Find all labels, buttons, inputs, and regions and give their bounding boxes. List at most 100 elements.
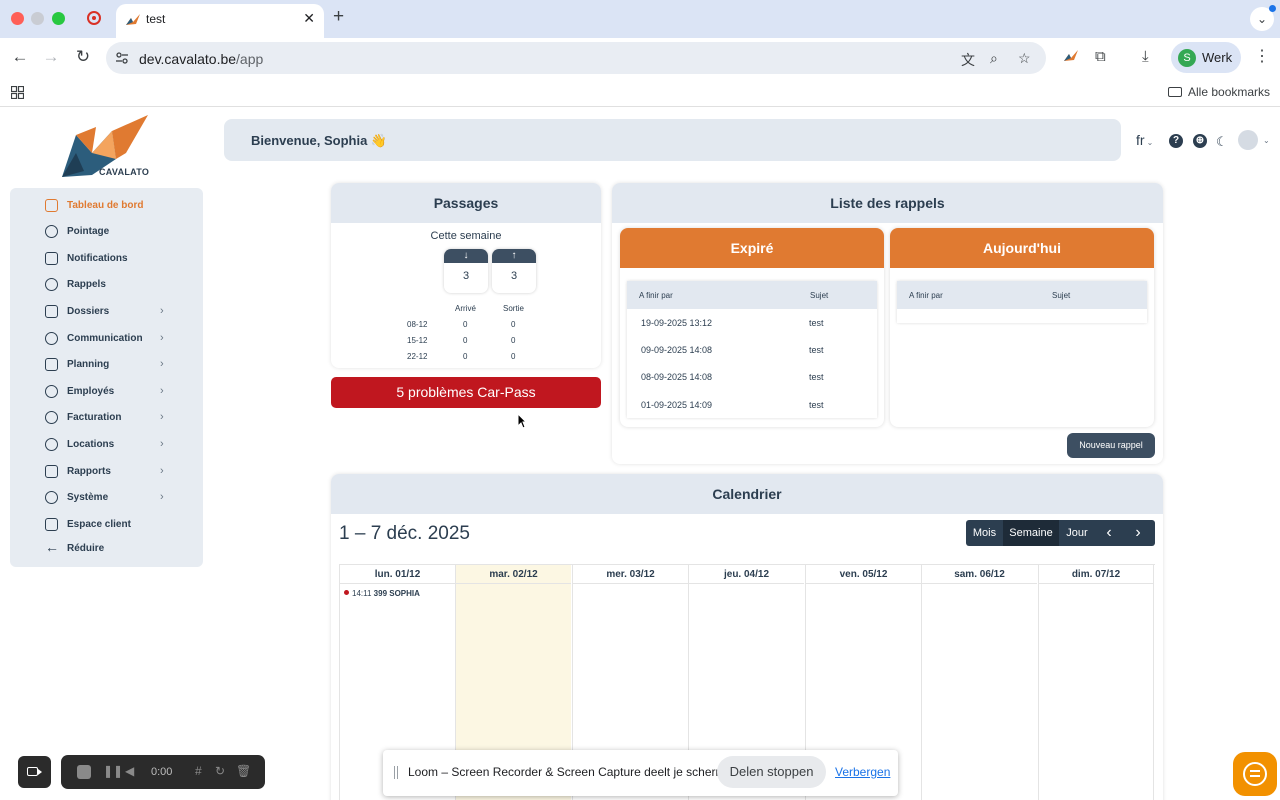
restart-icon[interactable]: ↻ [215,764,225,778]
folder-icon [1168,87,1182,97]
chevron-right-icon: › [160,411,164,423]
view-day-button[interactable]: Jour [1059,520,1095,546]
calendar-event[interactable]: 14:11 399 SOPHIA [344,589,420,598]
passage-out: 0 [511,320,516,329]
notification-dot [1269,5,1276,12]
bookmarks-bar: Alle bookmarks [0,78,1280,107]
sidebar-item-espace-client[interactable]: Espace client [10,513,203,537]
event-time: 14:11 [352,589,372,598]
logo-text: CAVALATO [99,167,150,177]
sidebar-item-dossiers[interactable]: Dossiers › [10,300,203,324]
grid-icon[interactable]: # [195,764,202,778]
sidebar-item-planning[interactable]: Planning › [10,353,203,377]
download-icon[interactable]: ⤓ [1142,48,1149,65]
passage-in: 0 [463,320,468,329]
sidebar-item-rapports[interactable]: Rapports › [10,460,203,484]
departures-count: 3 [510,270,518,282]
passages-title: Passages [331,183,601,223]
user-avatar[interactable] [1238,130,1258,150]
apps-grid-icon[interactable] [11,86,24,99]
arrow-down-icon: ↓ [444,249,488,263]
drag-handle-icon[interactable] [394,766,398,779]
new-rappel-button[interactable]: Nouveau rappel [1067,433,1155,458]
rappels-card: Liste des rappels Expiré A finir par Suj… [612,183,1163,464]
truck-icon [45,358,58,371]
day-column[interactable]: sam. 06/12 [921,565,1037,800]
recording-indicator-icon[interactable] [87,11,101,25]
clock-icon [45,225,58,238]
globe-icon[interactable]: ⊕ [1193,134,1207,148]
gear-icon [45,491,58,504]
view-week-button[interactable]: Semaine [1003,520,1059,546]
column-header-sortie: Sortie [503,304,524,313]
language-select[interactable]: fr ⌄ [1136,132,1153,148]
url-text[interactable]: dev.cavalato.be/app [139,51,263,67]
help-icon[interactable]: ? [1169,134,1183,148]
new-tab-button[interactable]: + [333,6,344,28]
phone-icon [45,332,58,345]
mail-icon [45,518,58,531]
rappel-subject: test [809,345,824,355]
chevron-down-icon: ⌄ [1146,138,1154,147]
minimize-window-button[interactable] [31,12,44,25]
euro-icon [45,411,58,424]
chevron-down-icon[interactable]: ⌄ [1263,136,1270,145]
sidebar-item-label: Planning [67,359,110,370]
expired-panel: Expiré A finir par Sujet 19-09-2025 13:1… [620,228,884,427]
browser-tab[interactable]: test ✕ [116,4,324,38]
browser-menu-icon[interactable]: ⋮ [1254,46,1270,66]
sidebar-item-employes[interactable]: Employés › [10,380,203,404]
day-column[interactable]: dim. 07/12 [1038,565,1154,800]
loom-camera-button[interactable] [18,756,51,788]
cavalato-extension-icon[interactable] [1063,48,1079,64]
back-button[interactable]: ← [9,47,31,67]
language-value: fr [1136,132,1145,148]
sidebar-item-pointage[interactable]: Pointage [10,220,203,244]
extensions-icon[interactable]: ⧉ [1095,48,1106,65]
close-window-button[interactable] [11,12,24,25]
chat-support-button[interactable] [1233,752,1277,796]
hide-banner-link[interactable]: Verbergen [835,765,890,779]
recording-time: 0:00 [151,766,173,778]
stop-recording-button[interactable] [77,765,91,779]
all-bookmarks-button[interactable]: Alle bookmarks [1168,85,1270,99]
tab-close-icon[interactable]: ✕ [303,10,315,27]
rappel-due: 08-09-2025 14:08 [641,372,713,382]
sidebar-item-systeme[interactable]: Système › [10,486,203,510]
event-dot [344,590,349,595]
mute-icon[interactable]: ◀ [125,764,134,778]
sidebar-item-locations[interactable]: Locations › [10,433,203,457]
sidebar-item-facturation[interactable]: Facturation › [10,406,203,430]
sidebar-item-communication[interactable]: Communication › [10,327,203,351]
zoom-icon[interactable]: ⌕ [990,50,998,67]
report-icon [45,465,58,478]
sidebar-item-tableau-de-bord[interactable]: Tableau de bord [10,194,203,218]
bookmark-star-icon[interactable]: ☆ [1018,50,1031,67]
maximize-window-button[interactable] [52,12,65,25]
app-page: CAVALATO Tableau de bord Pointage Notifi… [0,108,1280,800]
sidebar-item-label: Pointage [67,226,110,237]
site-settings-icon[interactable] [116,52,128,64]
address-bar[interactable]: dev.cavalato.be/app 文 ⌕ ☆ [106,42,1046,74]
view-month-button[interactable]: Mois [966,520,1003,546]
sidebar-item-notifications[interactable]: Notifications [10,247,203,271]
trash-icon[interactable]: 🗑 [236,764,251,778]
chevron-left-icon[interactable]: ‹ [1097,520,1121,546]
sidebar-item-rappels[interactable]: Rappels [10,273,203,297]
carpass-problems-button[interactable]: 5 problèmes Car-Pass [331,377,601,408]
translate-icon[interactable]: 文 [961,50,975,70]
passage-out: 0 [511,336,516,345]
stop-sharing-button[interactable]: Delen stoppen [717,756,826,788]
sidebar-item-label: Communication [67,333,143,344]
forward-button[interactable]: → [40,47,62,67]
profile-button[interactable]: S Werk [1171,42,1241,73]
chevron-right-icon: › [160,332,164,344]
chevron-right-icon[interactable]: › [1126,520,1150,546]
sidebar-item-reduire[interactable]: ← Réduire [10,537,203,561]
pause-icon[interactable]: ❚❚ [103,764,123,778]
reload-button[interactable]: ↻ [72,47,94,67]
dark-mode-icon[interactable]: ☾ [1216,134,1228,150]
column-header-due: A finir par [639,291,673,300]
welcome-text: Bienvenue, Sophia 👋 [251,133,388,148]
arrivals-counter: ↓ 3 [444,249,488,293]
